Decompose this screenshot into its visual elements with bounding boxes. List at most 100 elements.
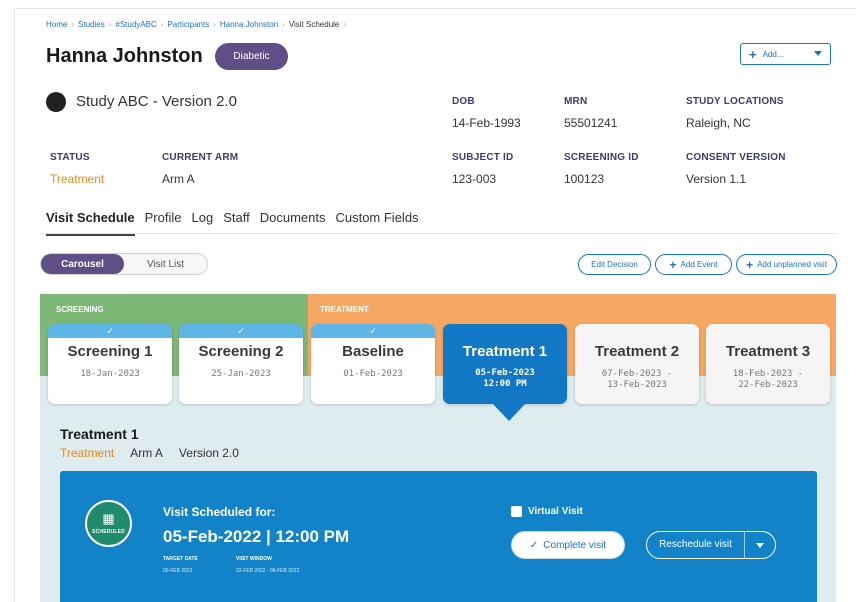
visit-window-label: VISIT WINDOW <box>236 556 272 562</box>
screening-id-value: 100123 <box>564 172 605 186</box>
study-locations-label: STUDY LOCATIONS <box>686 96 784 107</box>
breadcrumb-home[interactable]: Home <box>46 20 67 29</box>
visit-card-date-range: 18-Feb-2023 -22-Feb-2023 <box>706 369 830 391</box>
visit-detail-phase: Treatment <box>60 446 115 460</box>
status-value: Treatment <box>50 172 105 186</box>
visit-card-date: 25-Jan-2023 <box>211 369 271 379</box>
scheduled-status-icon: ▦ SCHEDULED <box>85 500 132 547</box>
plus-icon: + <box>746 257 754 272</box>
visit-card-date: 05-Feb-2023 12:00 PM <box>443 368 567 390</box>
visit-card-name: Screening 1 <box>67 343 153 360</box>
chevron-down-icon <box>756 542 764 548</box>
visit-card-screening-1[interactable]: ✓ Screening 1 18-Jan-2023 <box>48 324 172 404</box>
tab-divider <box>40 233 836 234</box>
check-icon: ✓ <box>311 324 435 338</box>
add-event-label: Add Event <box>680 260 718 269</box>
visit-detail-meta: Treatment Arm A Version 2.0 <box>60 446 239 460</box>
check-icon: ✓ <box>179 324 303 338</box>
visit-card-name: Screening 2 <box>198 343 284 360</box>
visit-card-date-end: 22-Feb-2023 <box>738 380 798 390</box>
edit-decision-label: Edit Decision <box>591 260 638 269</box>
visit-detail-arm: Arm A <box>130 446 163 460</box>
visit-card-date-end: 13-Feb-2023 <box>607 380 667 390</box>
breadcrumb-current: Visit Schedule <box>288 20 340 29</box>
active-visit-pointer-icon <box>492 403 526 421</box>
breadcrumb-separator-icon: › <box>282 20 285 29</box>
visit-card-name: Treatment 2 <box>594 343 680 360</box>
visit-card-date: 18-Jan-2023 <box>80 369 140 379</box>
breadcrumb-separator-icon: › <box>343 20 347 29</box>
add-menu-button[interactable]: + Add... <box>740 43 831 65</box>
breadcrumb-separator-icon: › <box>213 20 216 29</box>
visit-card-date-start: 07-Feb-2023 - <box>601 369 673 379</box>
study-name: Study ABC - Version 2.0 <box>76 93 237 110</box>
study-locations-value: Raleigh, NC <box>686 116 751 130</box>
breadcrumb: Home › Studies › #StudyABC › Participants › … <box>46 20 346 29</box>
breadcrumb-study[interactable]: #StudyABC <box>115 20 156 29</box>
plus-icon: + <box>669 257 677 272</box>
subject-id-value: 123-003 <box>452 172 497 186</box>
study-color-icon <box>46 92 66 112</box>
mrn-value: 55501241 <box>564 116 618 130</box>
add-event-button[interactable]: + Add Event <box>655 254 732 275</box>
breadcrumb-separator-icon: › <box>108 20 112 29</box>
reschedule-options-button[interactable] <box>745 542 775 548</box>
screening-id-label: SCREENING ID <box>564 152 639 163</box>
checkbox-icon <box>511 506 522 517</box>
visit-card-date-start: 18-Feb-2023 - <box>732 369 804 379</box>
add-unplanned-visit-label: Add unplanned visit <box>757 260 827 269</box>
edit-decision-button[interactable]: Edit Decision <box>578 254 651 275</box>
page-title: Hanna Johnston <box>46 45 203 67</box>
target-date-label: TARGET DATE <box>163 556 198 562</box>
reschedule-visit-split-button: Reschedule visit <box>646 531 776 559</box>
complete-visit-label: Complete visit <box>543 539 607 551</box>
visit-card-treatment-1[interactable]: Treatment 1 05-Feb-2023 12:00 PM <box>443 324 567 404</box>
subject-id-label: SUBJECT ID <box>452 152 514 163</box>
breadcrumb-participant[interactable]: Hanna Johnston <box>220 20 278 29</box>
scheduled-status-text: SCHEDULED <box>92 529 125 535</box>
visit-card-baseline[interactable]: ✓ Baseline 01-Feb-2023 <box>311 324 435 404</box>
visit-scheduled-label: Visit Scheduled for: <box>163 505 276 519</box>
visit-detail-version: Version 2.0 <box>178 446 239 460</box>
reschedule-visit-button[interactable]: Reschedule visit <box>647 531 745 559</box>
visit-card-date: 01-Feb-2023 <box>343 369 403 379</box>
dob-value: 14-Feb-1993 <box>452 116 521 130</box>
breadcrumb-participants[interactable]: Participants <box>167 20 209 29</box>
add-unplanned-visit-button[interactable]: + Add unplanned visit <box>736 254 837 275</box>
visit-card-name: Treatment 1 <box>462 343 548 360</box>
current-arm-value: Arm A <box>162 172 195 186</box>
visit-card-name: Baseline <box>342 343 404 360</box>
chevron-down-icon <box>814 51 822 56</box>
visit-detail-title: Treatment 1 <box>60 426 139 442</box>
complete-visit-button[interactable]: ✓ Complete visit <box>511 531 625 559</box>
visit-scheduled-datetime: 05-Feb-2022 | 12:00 PM <box>163 527 350 546</box>
virtual-visit-label: Virtual Visit <box>528 506 583 517</box>
breadcrumb-separator-icon: › <box>71 20 75 29</box>
visit-card-treatment-3[interactable]: Treatment 3 18-Feb-2023 -22-Feb-2023 <box>706 324 830 404</box>
visit-card-date-value: 05-Feb-2023 <box>475 368 535 378</box>
consent-version-label: CONSENT VERSION <box>686 152 786 163</box>
status-label: STATUS <box>50 152 90 163</box>
view-toggle: Carousel Visit List <box>40 253 208 275</box>
visit-list-view-option[interactable]: Visit List <box>124 254 207 274</box>
check-icon: ✓ <box>529 539 539 551</box>
virtual-visit-checkbox[interactable]: Virtual Visit <box>511 506 583 517</box>
current-arm-label: CURRENT ARM <box>162 152 239 163</box>
mrn-label: MRN <box>564 96 588 107</box>
consent-version-value: Version 1.1 <box>686 172 747 186</box>
visit-card-screening-2[interactable]: ✓ Screening 2 25-Jan-2023 <box>179 324 303 404</box>
visit-card-treatment-2[interactable]: Treatment 2 07-Feb-2023 -13-Feb-2023 <box>575 324 699 404</box>
visit-window-value: 02-FEB 2022 - 08-FEB 2022 <box>236 568 300 574</box>
plus-icon: + <box>749 46 757 62</box>
target-date-value: 05-FEB 2022 <box>163 568 193 574</box>
visit-card-time: 12:00 PM <box>483 379 527 389</box>
condition-badge: Diabetic <box>215 43 288 70</box>
carousel-view-option[interactable]: Carousel <box>41 254 124 274</box>
breadcrumb-studies[interactable]: Studies <box>78 20 105 29</box>
visit-card-name: Treatment 3 <box>725 343 811 360</box>
add-menu-label: Add... <box>762 49 784 59</box>
check-icon: ✓ <box>48 324 172 338</box>
visit-card-date-range: 07-Feb-2023 -13-Feb-2023 <box>575 369 699 391</box>
breadcrumb-separator-icon: › <box>160 20 164 29</box>
calendar-icon: ▦ <box>102 511 115 526</box>
